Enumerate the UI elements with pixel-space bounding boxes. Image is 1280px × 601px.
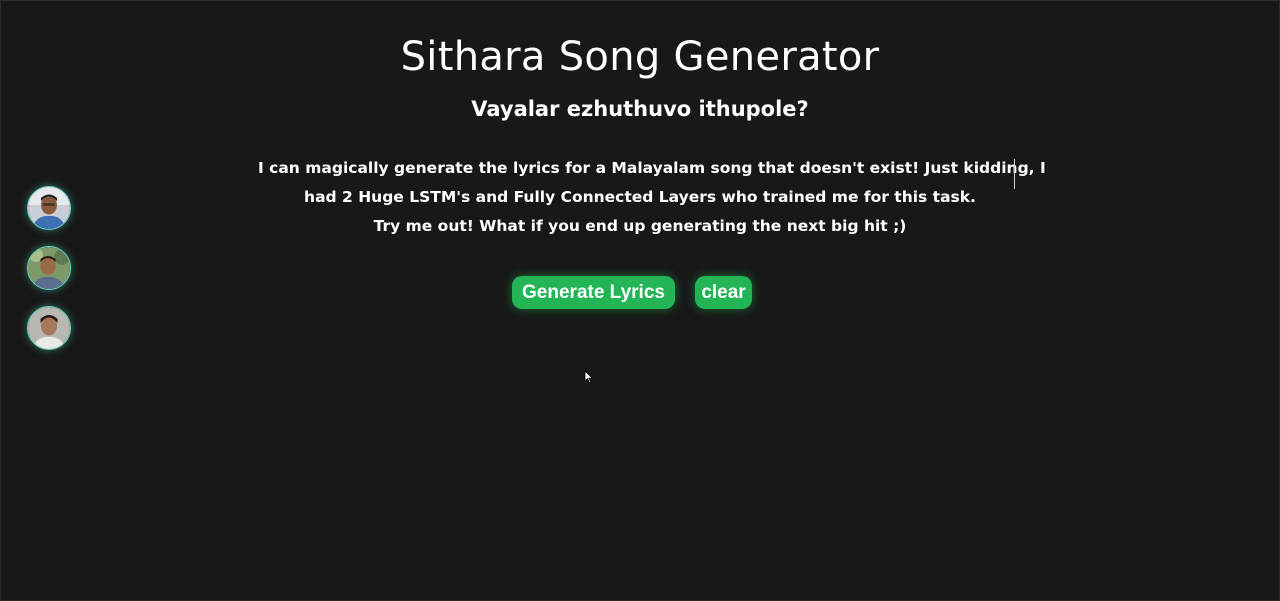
page-title: Sithara Song Generator	[400, 34, 880, 80]
description-text[interactable]: I can magically generate the lyrics for …	[258, 154, 1046, 241]
page-subtitle: Vayalar ezhuthuvo ithupole?	[471, 97, 809, 121]
description-line-1: I can magically generate the lyrics for …	[258, 159, 1046, 177]
clear-button[interactable]: clear	[695, 276, 752, 309]
avatar[interactable]	[27, 306, 71, 350]
text-caret	[1014, 159, 1015, 189]
avatar[interactable]	[27, 246, 71, 290]
person-avatar-3-icon	[28, 307, 70, 349]
avatar[interactable]	[27, 186, 71, 230]
person-avatar-2-icon	[28, 247, 70, 289]
description-line-3: Try me out! What if you end up generatin…	[373, 217, 907, 235]
description-line-2: had 2 Huge LSTM's and Fully Connected La…	[304, 188, 976, 206]
mouse-pointer-icon	[584, 370, 594, 384]
person-avatar-1-icon	[28, 187, 70, 229]
generate-lyrics-button[interactable]: Generate Lyrics	[512, 276, 675, 309]
